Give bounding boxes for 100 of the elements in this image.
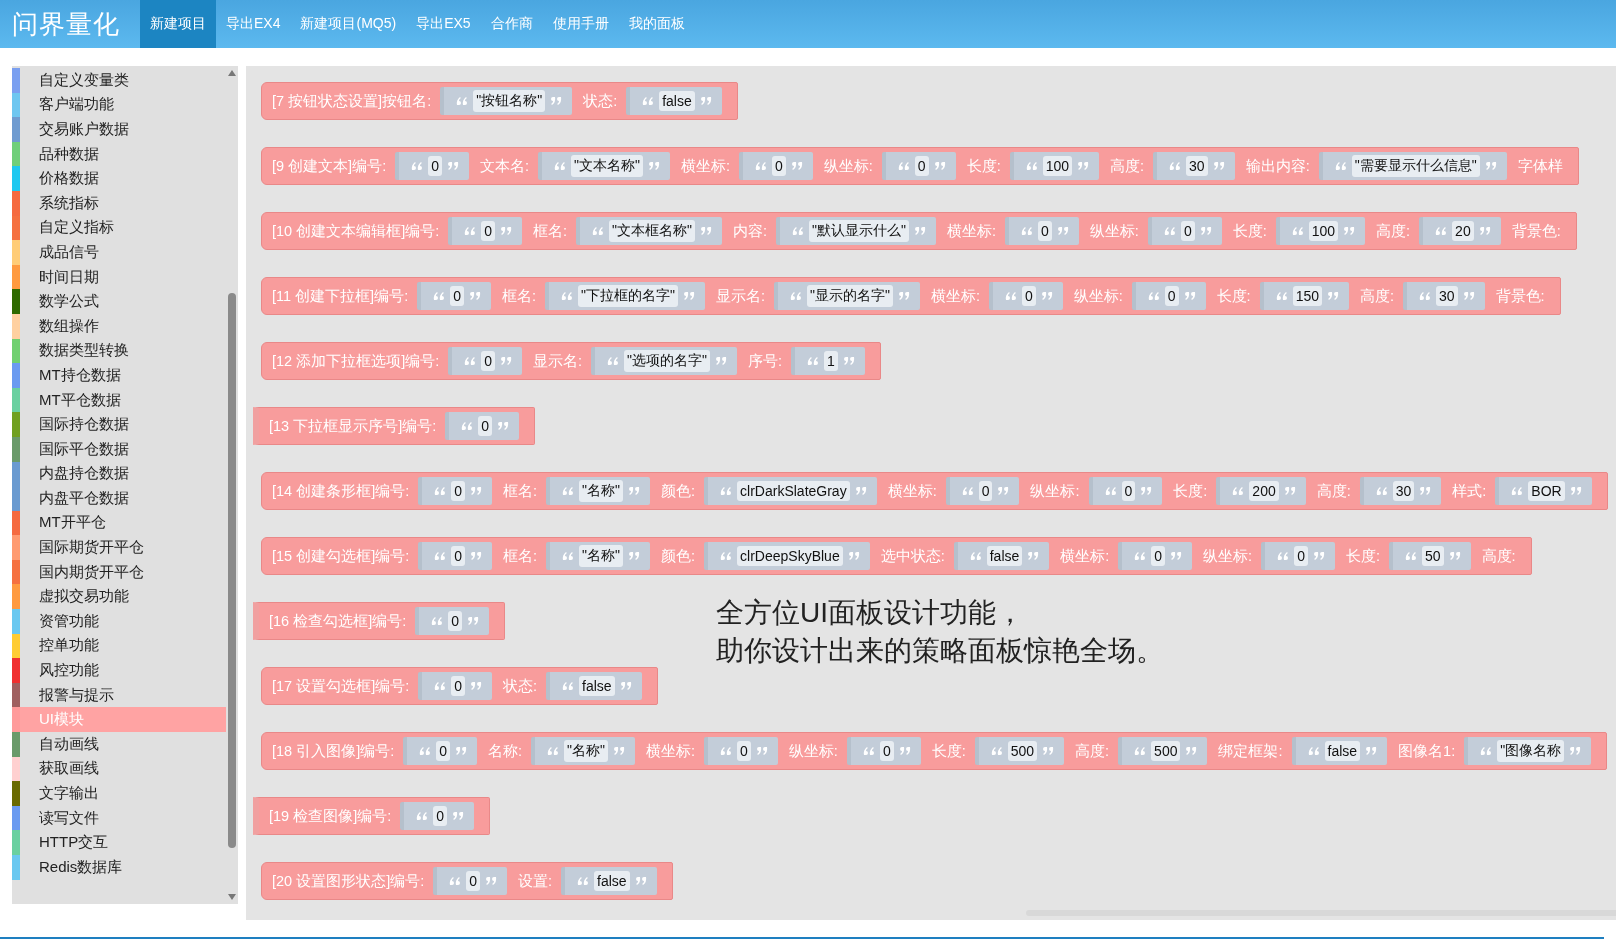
category-item[interactable]: 国际期货开平仓 (12, 535, 226, 560)
category-item[interactable]: 自动画线 (12, 732, 226, 757)
text-field[interactable]: 30 (1392, 481, 1415, 501)
text-field[interactable]: "按钮名称" (473, 90, 546, 112)
text-field[interactable]: 30 (1436, 286, 1458, 306)
text-field[interactable]: "下拉框的名字" (578, 285, 678, 307)
statement-block[interactable]: [7 按钮状态设置]按钮名: "按钮名称" 状态: false (261, 82, 738, 120)
text-field[interactable]: 0 (451, 481, 466, 501)
category-item[interactable]: 报警与提示 (12, 682, 226, 708)
text-field[interactable]: 1 (824, 351, 838, 371)
text-field[interactable]: "文本框名称" (609, 220, 696, 242)
text-field[interactable]: 0 (451, 546, 466, 566)
category-item[interactable]: 国际平仓数据 (12, 436, 226, 462)
nav-tab[interactable]: 新建项目 (140, 0, 216, 48)
text-field[interactable]: 0 (1294, 546, 1308, 566)
text-field[interactable]: 20 (1452, 221, 1474, 241)
category-item[interactable]: 国内期货开平仓 (12, 559, 226, 585)
text-field[interactable]: 500 (1151, 741, 1181, 761)
text-field[interactable]: 0 (978, 481, 993, 501)
text-field[interactable]: clrDarkSlateGray (737, 481, 850, 501)
statement-block[interactable]: [11 创建下拉框]编号: 0 框名: "下拉框的名字" 显示名: "显示的名字" 横坐标: 0 纵坐标: 0 长度: 150 高度: 30 背景色: (261, 277, 1561, 315)
statement-block[interactable]: [18 引入图像]编号: 0 名称: "名称" 横坐标: 0 纵坐标: 0 长度: 500 高度: 500 绑定框架: false 图像名1: "图像名称 (261, 732, 1608, 770)
text-field[interactable]: 0 (481, 351, 496, 371)
text-field[interactable]: 0 (450, 286, 464, 306)
text-field[interactable]: false (1324, 741, 1361, 761)
text-field[interactable]: 0 (1121, 481, 1136, 501)
text-field[interactable]: 0 (879, 741, 894, 761)
text-field[interactable]: "名称" (564, 740, 609, 762)
text-field[interactable]: 0 (772, 156, 786, 176)
scroll-up-icon[interactable] (228, 70, 236, 76)
text-field[interactable]: 0 (1164, 286, 1179, 306)
text-field[interactable]: 100 (1308, 221, 1339, 241)
text-field[interactable]: "文本名称" (571, 155, 643, 177)
text-field[interactable]: 0 (448, 611, 463, 631)
category-item[interactable]: 控单功能 (12, 633, 226, 659)
category-item[interactable]: 系统指标 (12, 190, 226, 216)
text-field[interactable]: false (594, 871, 630, 891)
text-field[interactable]: clrDeepSkyBlue (737, 546, 843, 566)
text-field[interactable]: 50 (1421, 546, 1444, 566)
category-item[interactable]: MT开平仓 (12, 510, 226, 536)
category-item[interactable]: 资管功能 (12, 609, 226, 634)
category-item[interactable]: 数据类型转换 (12, 338, 226, 364)
text-field[interactable]: false (986, 546, 1023, 566)
text-field[interactable]: 0 (1180, 221, 1195, 241)
category-item[interactable]: HTTP交互 (12, 830, 226, 855)
category-item[interactable]: 内盘持仓数据 (12, 461, 226, 487)
text-field[interactable]: 0 (914, 156, 929, 176)
category-item[interactable]: MT平仓数据 (12, 387, 226, 413)
text-field[interactable]: "默认显示什么" (809, 220, 909, 242)
text-field[interactable]: 0 (436, 741, 451, 761)
text-field[interactable]: 0 (1021, 286, 1036, 306)
text-field[interactable]: 500 (1007, 741, 1038, 761)
category-item[interactable]: 数组操作 (12, 313, 226, 339)
category-item[interactable]: 获取画线 (12, 756, 226, 782)
text-field[interactable]: 0 (451, 676, 466, 696)
text-field[interactable]: 0 (1151, 546, 1166, 566)
statement-block[interactable]: [20 设置图形状态]编号: 0 设置: false (261, 862, 673, 900)
category-item[interactable]: 客户端功能 (12, 92, 226, 118)
category-item[interactable]: 虚拟交易功能 (12, 584, 226, 610)
scroll-down-icon[interactable] (228, 894, 236, 900)
text-field[interactable]: false (659, 91, 695, 111)
text-field[interactable]: 0 (428, 156, 442, 176)
statement-block[interactable]: [10 创建文本编辑框]编号: 0 框名: "文本框名称" 内容: "默认显示什么" 横坐标: 0 纵坐标: 0 长度: 100 高度: 20 背景色: (261, 212, 1577, 250)
text-field[interactable]: "需要显示什么信息" (1351, 155, 1480, 177)
text-field[interactable]: 0 (1038, 221, 1052, 241)
category-item[interactable]: 自定义指标 (12, 215, 226, 241)
category-item[interactable]: 交易账户数据 (12, 117, 226, 142)
text-field[interactable]: 0 (481, 221, 496, 241)
text-field[interactable]: 0 (433, 806, 448, 826)
statement-block[interactable]: [17 设置勾选框]编号: 0 状态: false (261, 667, 658, 705)
text-field[interactable]: 0 (478, 416, 493, 436)
text-field[interactable]: "选项的名字" (624, 350, 711, 372)
category-item[interactable]: 国际持仓数据 (12, 412, 226, 437)
text-field[interactable]: false (579, 676, 615, 696)
category-item[interactable]: MT持仓数据 (12, 363, 226, 388)
category-item[interactable]: 文字输出 (12, 781, 226, 806)
statement-block[interactable]: [15 创建勾选框]编号: 0 框名: "名称" 颜色: clrDeepSkyBlue 选中状态: false 横坐标: 0 纵坐标: 0 长度: 50 高度: (261, 537, 1532, 575)
text-field[interactable]: "名称" (579, 545, 624, 567)
category-item[interactable]: 风控功能 (12, 658, 226, 683)
category-item[interactable]: 内盘平仓数据 (12, 486, 226, 511)
text-field[interactable]: 0 (737, 741, 751, 761)
statement-block[interactable]: [14 创建条形框]编号: 0 框名: "名称" 颜色: clrDarkSlateGray 横坐标: 0 纵坐标: 0 长度: 200 高度: 30 样式: BOR (261, 472, 1608, 510)
value-block[interactable]: [16 检查勾选框]编号: 0 (253, 602, 506, 640)
scrollbar-thumb[interactable] (228, 292, 236, 848)
text-field[interactable]: 150 (1292, 286, 1322, 306)
value-block[interactable]: [13 下拉框显示序号]编号: 0 (253, 407, 536, 445)
text-field[interactable]: 0 (466, 871, 481, 891)
category-item[interactable]: 数学公式 (12, 289, 226, 314)
category-item[interactable]: 读写文件 (12, 805, 226, 831)
text-field[interactable]: "图像名称 (1497, 740, 1565, 762)
text-field[interactable]: 100 (1042, 156, 1072, 176)
statement-block[interactable]: [9 创建文本]编号: 0 文本名: "文本名称" 横坐标: 0 纵坐标: 0 长度: 100 高度: 30 输出内容: "需要显示什么信息" 字体样 (261, 147, 1579, 185)
text-field[interactable]: "名称" (579, 480, 624, 502)
text-field[interactable]: BOR (1528, 481, 1565, 501)
category-item[interactable]: Redis数据库 (12, 855, 226, 880)
category-item[interactable]: 自定义变量类 (12, 68, 226, 93)
category-item[interactable]: 价格数据 (12, 166, 226, 191)
category-item[interactable]: 品种数据 (12, 141, 226, 167)
statement-block[interactable]: [12 添加下拉框选项]编号: 0 显示名: "选项的名字" 序号: 1 (261, 342, 881, 380)
value-block[interactable]: [19 检查图像]编号: 0 (253, 797, 491, 835)
